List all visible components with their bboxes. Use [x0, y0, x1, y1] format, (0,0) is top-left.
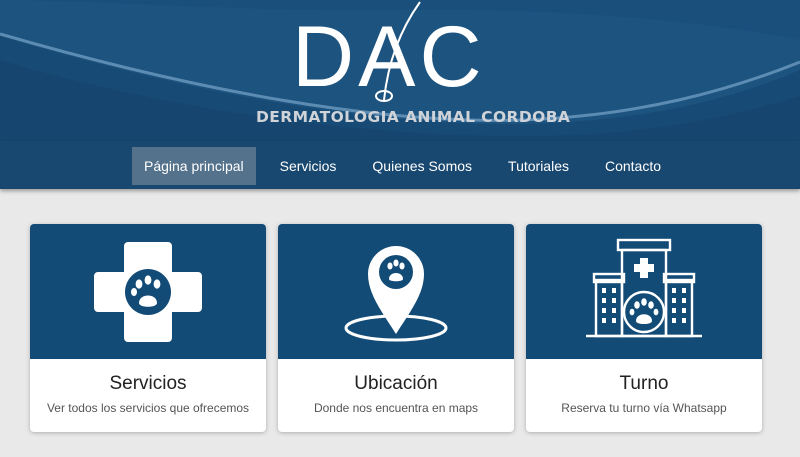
nav-item-tutoriales[interactable]: Tutoriales — [496, 147, 581, 185]
medical-cross-paw-icon — [94, 242, 202, 342]
vet-clinic-building-icon — [586, 238, 702, 338]
card-image — [526, 224, 762, 359]
feature-cards: Servicios Ver todos los servicios que of… — [30, 224, 774, 432]
map-pin-paw-icon — [344, 246, 448, 342]
main-navbar: Página principal Servicios Quienes Somos… — [0, 141, 800, 189]
card-description: Reserva tu turno vía Whatsapp — [561, 401, 727, 415]
nav-item-quienes-somos[interactable]: Quienes Somos — [360, 147, 484, 185]
nav-menu: Página principal Servicios Quienes Somos… — [132, 147, 685, 185]
card-ubicacion[interactable]: Ubicación Donde nos encuentra en maps — [278, 224, 514, 432]
card-turno[interactable]: Turno Reserva tu turno vía Whatsapp — [526, 224, 762, 432]
nav-item-pagina-principal[interactable]: Página principal — [132, 147, 256, 185]
card-title: Turno — [619, 373, 669, 394]
nav-item-contacto[interactable]: Contacto — [593, 147, 673, 185]
card-description: Ver todos los servicios que ofrecemos — [46, 401, 250, 415]
card-title: Servicios — [109, 373, 187, 394]
card-image — [30, 224, 266, 359]
logo-subtitle: DERMATOLOGIA ANIMAL CORDOBA — [256, 108, 571, 126]
card-image — [278, 224, 514, 359]
card-title: Ubicación — [354, 373, 438, 394]
card-servicios[interactable]: Servicios Ver todos los servicios que of… — [30, 224, 266, 432]
card-description: Donde nos encuentra en maps — [313, 401, 479, 415]
site-header: DAC DERMATOLOGIA ANIMAL CORDOBA — [0, 0, 800, 141]
nav-item-servicios[interactable]: Servicios — [268, 147, 349, 185]
site-logo[interactable]: DAC DERMATOLOGIA ANIMAL CORDOBA — [0, 0, 800, 141]
